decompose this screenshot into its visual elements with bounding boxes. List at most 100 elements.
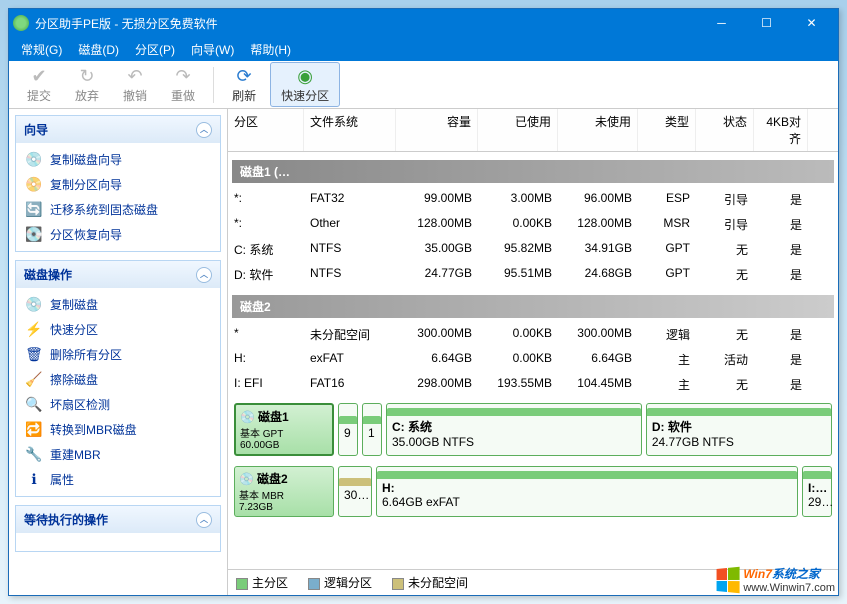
part-i[interactable]: I:…29… bbox=[802, 466, 832, 517]
sidebar-item-bad-sector[interactable]: 🔍坏扇区检测 bbox=[16, 392, 220, 417]
col-partition[interactable]: 分区 bbox=[228, 109, 304, 151]
sidebar-item-convert-mbr[interactable]: 🔁转换到MBR磁盘 bbox=[16, 417, 220, 442]
sidebar-item-delete-all[interactable]: 🗑删除所有分区 bbox=[16, 342, 220, 367]
part-d[interactable]: D: 软件24.77GB NTFS bbox=[646, 403, 832, 456]
cell-part: D: 软件 bbox=[228, 264, 304, 285]
cell-fourk: 是 bbox=[754, 324, 808, 345]
part-msr[interactable]: 1 bbox=[362, 403, 382, 456]
menu-disk[interactable]: 磁盘(D) bbox=[70, 39, 127, 60]
table-row[interactable]: H:exFAT6.64GB0.00KB6.64GB主活动是 bbox=[228, 347, 838, 372]
disk2-group-header[interactable]: 磁盘2 bbox=[232, 295, 834, 318]
quick-partition-button[interactable]: ◉快速分区 bbox=[270, 62, 340, 107]
minimize-button[interactable]: ─ bbox=[699, 9, 744, 37]
disk-icon: 💿 bbox=[26, 297, 42, 313]
sidebar-item-copy-disk-wizard[interactable]: 💿复制磁盘向导 bbox=[16, 147, 220, 172]
menu-partition[interactable]: 分区(P) bbox=[127, 39, 183, 60]
cell-stat: 无 bbox=[696, 264, 754, 285]
sidebar-item-migrate-ssd[interactable]: 🔄迁移系统到固态磁盘 bbox=[16, 197, 220, 222]
abort-button[interactable]: ↻放弃 bbox=[65, 63, 109, 106]
sidebar-item-properties[interactable]: ℹ属性 bbox=[16, 467, 220, 492]
cell-cap: 300.00MB bbox=[396, 324, 478, 345]
partition-copy-icon: 📀 bbox=[26, 177, 42, 193]
windows-logo-icon bbox=[717, 566, 740, 592]
cell-free: 34.91GB bbox=[558, 239, 638, 260]
sidebar-item-wipe-disk[interactable]: 🧹擦除磁盘 bbox=[16, 367, 220, 392]
disk1-group-header[interactable]: 磁盘1 (… bbox=[232, 160, 834, 183]
diskmap-1: 💿磁盘1 基本 GPT 60.00GB 9 1 C: 系统35.00GB NTF… bbox=[234, 403, 832, 456]
cell-fs: NTFS bbox=[304, 264, 396, 285]
disk1-info[interactable]: 💿磁盘1 基本 GPT 60.00GB bbox=[234, 403, 334, 456]
table-row[interactable]: I: EFIFAT16298.00MB193.55MB104.45MB主无是 bbox=[228, 372, 838, 397]
check-icon: ✔ bbox=[28, 65, 50, 87]
window-controls: ─ ☐ ✕ bbox=[699, 9, 834, 37]
cell-fourk: 是 bbox=[754, 349, 808, 370]
col-4k-align[interactable]: 4KB对齐 bbox=[754, 109, 808, 151]
disk-ops-panel-header[interactable]: 磁盘操作︿ bbox=[16, 261, 220, 288]
table-row[interactable]: *:Other128.00MB0.00KB128.00MBMSR引导是 bbox=[228, 212, 838, 237]
table-row[interactable]: D: 软件NTFS24.77GB95.51MB24.68GBGPT无是 bbox=[228, 262, 838, 287]
menu-general[interactable]: 常规(G) bbox=[13, 39, 70, 60]
cell-part: *: bbox=[228, 214, 304, 235]
cell-stat: 活动 bbox=[696, 349, 754, 370]
table-row[interactable]: *:FAT3299.00MB3.00MB96.00MBESP引导是 bbox=[228, 187, 838, 212]
cell-cap: 298.00MB bbox=[396, 374, 478, 395]
cell-fourk: 是 bbox=[754, 264, 808, 285]
menu-help[interactable]: 帮助(H) bbox=[242, 39, 299, 60]
pending-panel-header[interactable]: 等待执行的操作︿ bbox=[16, 506, 220, 533]
col-used[interactable]: 已使用 bbox=[478, 109, 558, 151]
col-type[interactable]: 类型 bbox=[638, 109, 696, 151]
chevron-up-icon: ︿ bbox=[196, 267, 212, 283]
maximize-button[interactable]: ☐ bbox=[744, 9, 789, 37]
col-free[interactable]: 未使用 bbox=[558, 109, 638, 151]
part-unalloc[interactable]: 30… bbox=[338, 466, 372, 517]
recover-icon: 💽 bbox=[26, 227, 42, 243]
sidebar-item-copy-partition-wizard[interactable]: 📀复制分区向导 bbox=[16, 172, 220, 197]
sidebar-item-copy-disk[interactable]: 💿复制磁盘 bbox=[16, 292, 220, 317]
sidebar-item-recover-partition[interactable]: 💽分区恢复向导 bbox=[16, 222, 220, 247]
legend-unalloc: 未分配空间 bbox=[392, 574, 468, 591]
redo-icon: ↷ bbox=[172, 65, 194, 87]
cell-stat: 无 bbox=[696, 239, 754, 260]
sidebar-item-rebuild-mbr[interactable]: 🔧重建MBR bbox=[16, 442, 220, 467]
close-button[interactable]: ✕ bbox=[789, 9, 834, 37]
menu-wizard[interactable]: 向导(W) bbox=[183, 39, 242, 60]
sidebar-item-quick-partition[interactable]: ⚡快速分区 bbox=[16, 317, 220, 342]
cell-part: H: bbox=[228, 349, 304, 370]
wizard-panel: 向导︿ 💿复制磁盘向导 📀复制分区向导 🔄迁移系统到固态磁盘 💽分区恢复向导 bbox=[15, 115, 221, 252]
cell-cap: 6.64GB bbox=[396, 349, 478, 370]
cell-used: 3.00MB bbox=[478, 189, 558, 210]
cell-used: 95.51MB bbox=[478, 264, 558, 285]
cell-cap: 128.00MB bbox=[396, 214, 478, 235]
cell-stat: 引导 bbox=[696, 189, 754, 210]
chevron-up-icon: ︿ bbox=[196, 512, 212, 528]
diskmap-2: 💿磁盘2 基本 MBR 7.23GB 30… H:6.64GB exFAT I:… bbox=[234, 466, 832, 517]
cell-stat: 无 bbox=[696, 374, 754, 395]
bolt-icon: ⚡ bbox=[26, 322, 42, 338]
table-row[interactable]: C: 系统NTFS35.00GB95.82MB34.91GBGPT无是 bbox=[228, 237, 838, 262]
cell-used: 193.55MB bbox=[478, 374, 558, 395]
cell-free: 300.00MB bbox=[558, 324, 638, 345]
disk-ops-panel: 磁盘操作︿ 💿复制磁盘 ⚡快速分区 🗑删除所有分区 🧹擦除磁盘 🔍坏扇区检测 🔁… bbox=[15, 260, 221, 497]
cell-cap: 24.77GB bbox=[396, 264, 478, 285]
redo-button[interactable]: ↷重做 bbox=[161, 63, 205, 106]
disk2-info[interactable]: 💿磁盘2 基本 MBR 7.23GB bbox=[234, 466, 334, 517]
wizard-panel-header[interactable]: 向导︿ bbox=[16, 116, 220, 143]
refresh-button[interactable]: ⟳刷新 bbox=[222, 63, 266, 106]
table-row[interactable]: *未分配空间300.00MB0.00KB300.00MB逻辑无是 bbox=[228, 322, 838, 347]
col-status[interactable]: 状态 bbox=[696, 109, 754, 151]
cell-fourk: 是 bbox=[754, 374, 808, 395]
part-esp[interactable]: 9 bbox=[338, 403, 358, 456]
undo-button[interactable]: ↶撤销 bbox=[113, 63, 157, 106]
cell-free: 96.00MB bbox=[558, 189, 638, 210]
col-capacity[interactable]: 容量 bbox=[396, 109, 478, 151]
separator bbox=[213, 67, 214, 103]
legend-primary: 主分区 bbox=[236, 574, 288, 591]
part-c[interactable]: C: 系统35.00GB NTFS bbox=[386, 403, 642, 456]
commit-button[interactable]: ✔提交 bbox=[17, 63, 61, 106]
col-filesystem[interactable]: 文件系统 bbox=[304, 109, 396, 151]
part-h[interactable]: H:6.64GB exFAT bbox=[376, 466, 798, 517]
window-title: 分区助手PE版 - 无损分区免费软件 bbox=[35, 15, 699, 32]
cell-part: I: EFI bbox=[228, 374, 304, 395]
cell-stat: 无 bbox=[696, 324, 754, 345]
convert-icon: 🔁 bbox=[26, 422, 42, 438]
